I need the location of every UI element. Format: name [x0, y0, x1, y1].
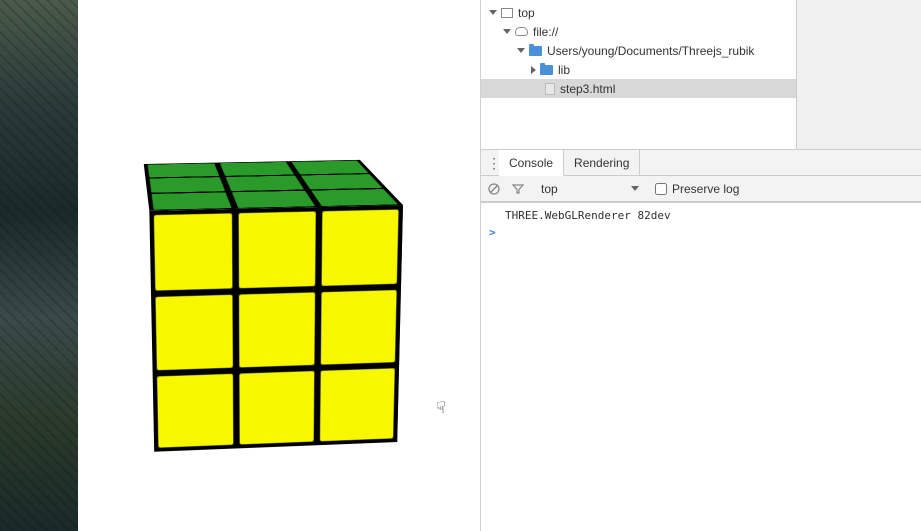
rubik-cube[interactable] — [149, 181, 379, 411]
console-drawer: ⋮ Console Rendering top Preserve log — [481, 150, 921, 203]
sources-side-panel — [796, 0, 921, 149]
preserve-log-input[interactable] — [655, 183, 667, 195]
console-log-line[interactable]: THREE.WebGLRenderer 82dev — [481, 207, 921, 224]
kebab-menu-icon[interactable]: ⋮ — [481, 158, 499, 168]
cloud-icon — [515, 27, 528, 36]
tree-label: Users/young/Documents/Threejs_rubik — [547, 44, 754, 58]
tree-row-scheme[interactable]: file:// — [481, 22, 796, 41]
file-tree[interactable]: top file:// Users/young/Documents/Threej… — [481, 0, 796, 149]
disclosure-down-icon[interactable] — [517, 48, 525, 53]
context-label: top — [541, 182, 558, 196]
tab-rendering[interactable]: Rendering — [564, 150, 640, 176]
devtools-panel: top file:// Users/young/Documents/Threej… — [480, 0, 921, 531]
tab-console[interactable]: Console — [499, 150, 564, 176]
clear-console-icon[interactable] — [487, 182, 501, 196]
file-icon — [545, 83, 555, 95]
sources-tree-pane: top file:// Users/young/Documents/Threej… — [481, 0, 921, 150]
disclosure-down-icon[interactable] — [503, 29, 511, 34]
mouse-cursor-icon: ☟ — [436, 398, 446, 418]
context-selector[interactable]: top — [535, 182, 645, 196]
tree-label: file:// — [533, 25, 558, 39]
caret-down-icon — [631, 186, 639, 191]
page-viewport[interactable]: ☟ — [78, 0, 480, 531]
prompt-caret-icon: > — [489, 226, 496, 239]
tree-label: top — [518, 6, 535, 20]
tree-row-top[interactable]: top — [481, 3, 796, 22]
filter-icon[interactable] — [511, 182, 525, 196]
folder-icon — [529, 46, 542, 56]
console-prompt[interactable]: > — [481, 224, 921, 241]
tree-label: lib — [558, 63, 570, 77]
preserve-log-checkbox[interactable]: Preserve log — [655, 182, 739, 196]
desktop-wallpaper-sliver — [0, 0, 78, 531]
frame-icon — [501, 8, 513, 18]
tree-row-folder[interactable]: lib — [481, 60, 796, 79]
cube-face-front — [149, 205, 403, 452]
disclosure-down-icon[interactable] — [489, 10, 497, 15]
tree-row-file[interactable]: step3.html — [481, 79, 796, 98]
preserve-log-label: Preserve log — [672, 182, 739, 196]
folder-icon — [540, 65, 553, 75]
tree-row-path[interactable]: Users/young/Documents/Threejs_rubik — [481, 41, 796, 60]
drawer-tabbar: ⋮ Console Rendering — [481, 150, 921, 176]
tree-label: step3.html — [560, 82, 615, 96]
cube-face-top — [144, 159, 403, 210]
disclosure-right-icon[interactable] — [531, 66, 536, 74]
console-output[interactable]: THREE.WebGLRenderer 82dev > — [481, 203, 921, 531]
console-toolbar: top Preserve log — [481, 176, 921, 202]
